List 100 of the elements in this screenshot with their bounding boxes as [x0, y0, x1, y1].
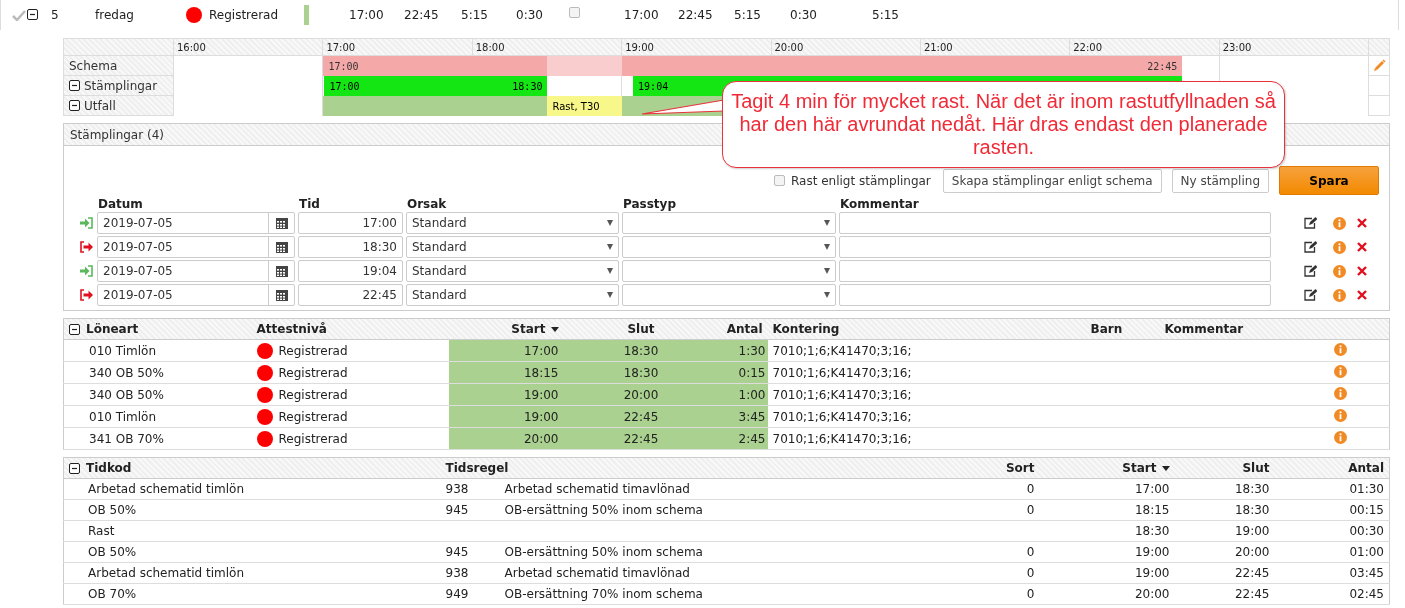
time-field[interactable]: 17:00	[298, 212, 403, 234]
info-icon[interactable]	[1333, 342, 1347, 356]
table-cell: Arbetad schematid timavlönad	[499, 562, 942, 584]
table-cell: 02:45	[1274, 583, 1390, 605]
caret-icon	[824, 220, 830, 226]
calendar-icon[interactable]	[275, 289, 288, 301]
calendar-icon[interactable]	[275, 217, 288, 229]
status-label: Registrerad	[278, 409, 348, 424]
info-icon[interactable]	[1332, 264, 1346, 278]
caret-icon	[824, 268, 830, 274]
comment-field[interactable]	[839, 284, 1271, 306]
caret-icon	[607, 292, 613, 298]
table-cell: OB 50%	[63, 541, 441, 563]
collapse-icon[interactable]	[69, 323, 80, 335]
table-cell: 010 Timlön	[63, 339, 252, 362]
hour-label: 20:00	[774, 42, 804, 53]
shift-type-dropdown[interactable]	[622, 236, 836, 258]
table-cell: 0	[941, 562, 1040, 584]
date-field[interactable]: 2019-07-05	[97, 284, 295, 306]
table-cell: Arbetad schematid timlön	[63, 478, 441, 500]
reason-dropdown[interactable]: Standard	[406, 260, 619, 282]
shift-type-dropdown[interactable]	[622, 212, 836, 234]
delete-icon[interactable]	[1357, 290, 1367, 300]
collapse-icon[interactable]	[69, 100, 80, 111]
info-icon[interactable]	[1332, 240, 1346, 254]
date-field[interactable]: 2019-07-05	[97, 212, 295, 234]
reason-dropdown[interactable]: Standard	[406, 284, 619, 306]
shift-type-dropdown[interactable]	[622, 260, 836, 282]
reason-dropdown[interactable]: Standard	[406, 236, 619, 258]
comment-field[interactable]	[839, 260, 1271, 282]
time-field[interactable]: 22:45	[298, 284, 403, 306]
table-cell: OB-ersättning 50% inom schema	[499, 499, 942, 521]
column-header: Orsak	[407, 197, 447, 211]
info-icon[interactable]	[1333, 408, 1347, 422]
table-cell: 00:15	[1274, 499, 1390, 521]
time-value: 17:00	[349, 8, 384, 22]
action-button[interactable]: Skapa stämplingar enligt schema	[942, 168, 1162, 193]
day-number: 5	[51, 8, 59, 22]
check-icon	[12, 10, 26, 21]
save-button[interactable]: Spara	[1279, 166, 1379, 195]
delete-icon[interactable]	[1357, 218, 1367, 228]
edit-icon[interactable]	[1303, 217, 1317, 229]
time-value: 22:45	[404, 8, 439, 22]
hour-label: 22:00	[1073, 42, 1103, 53]
time-field[interactable]: 19:04	[298, 260, 403, 282]
info-icon[interactable]	[1333, 430, 1347, 444]
table-cell: 0	[941, 478, 1040, 500]
edit-icon[interactable]	[1303, 241, 1317, 253]
status-label: Registrerad	[278, 431, 348, 446]
column-header: Kommentar	[1164, 322, 1244, 336]
checkbox[interactable]	[774, 175, 785, 186]
action-button[interactable]: Ny stämpling	[1171, 168, 1269, 193]
table-cell: 7010;1;6;K41470;3;16;	[767, 339, 1086, 362]
reason-dropdown[interactable]: Standard	[406, 212, 619, 234]
info-icon[interactable]	[1333, 364, 1347, 378]
weekday: fredag	[95, 8, 134, 22]
table-cell: 18:15	[448, 361, 564, 384]
time-value: 5:15	[872, 8, 899, 22]
caret-icon	[607, 244, 613, 250]
table-cell: 19:00	[1039, 541, 1175, 563]
comment-field[interactable]	[839, 236, 1271, 258]
panel-title: Stämplingar (4)	[70, 128, 164, 142]
column-header: Tidsregel	[445, 461, 509, 475]
caret-icon	[607, 268, 613, 274]
table-cell: 22:45	[1174, 583, 1275, 605]
sort-header[interactable]: Start	[511, 322, 559, 336]
row-label: Schema	[69, 58, 118, 73]
table-cell: 938	[440, 562, 500, 584]
time-field[interactable]: 18:30	[298, 236, 403, 258]
edit-icon[interactable]	[1303, 289, 1317, 301]
status-label: Registrerad	[278, 365, 348, 380]
comment-field[interactable]	[839, 212, 1271, 234]
delete-icon[interactable]	[1357, 242, 1367, 252]
date-field[interactable]: 2019-07-05	[97, 260, 295, 282]
info-icon[interactable]	[1333, 386, 1347, 400]
checkbox-label: Rast enligt stämplingar	[791, 173, 931, 188]
hour-label: 18:00	[475, 42, 505, 53]
time-bar: 17:00 18:30	[323, 76, 548, 96]
sign-in-icon	[80, 265, 93, 277]
table-cell: Arbetad schematid timavlönad	[499, 478, 942, 500]
calendar-icon[interactable]	[275, 265, 288, 277]
collapse-icon[interactable]	[69, 80, 80, 91]
info-icon[interactable]	[1332, 216, 1346, 230]
column-header: Tidkod	[86, 461, 132, 475]
info-icon[interactable]	[1332, 288, 1346, 302]
date-field[interactable]: 2019-07-05	[97, 236, 295, 258]
hour-label: 19:00	[625, 42, 654, 53]
status-label: Registrerad	[209, 8, 279, 22]
calendar-icon[interactable]	[275, 241, 288, 253]
table-cell: 03:45	[1274, 562, 1390, 584]
collapse-icon[interactable]	[69, 462, 80, 474]
column-header: Tid	[299, 197, 320, 211]
sort-header[interactable]: Start	[1122, 461, 1170, 475]
collapse-icon[interactable]	[27, 9, 38, 20]
edit-icon[interactable]	[1303, 265, 1317, 277]
table-cell: Rast	[63, 520, 441, 542]
table-cell: 01:00	[1274, 541, 1390, 563]
checkbox[interactable]	[569, 7, 580, 18]
shift-type-dropdown[interactable]	[622, 284, 836, 306]
delete-icon[interactable]	[1357, 266, 1367, 276]
